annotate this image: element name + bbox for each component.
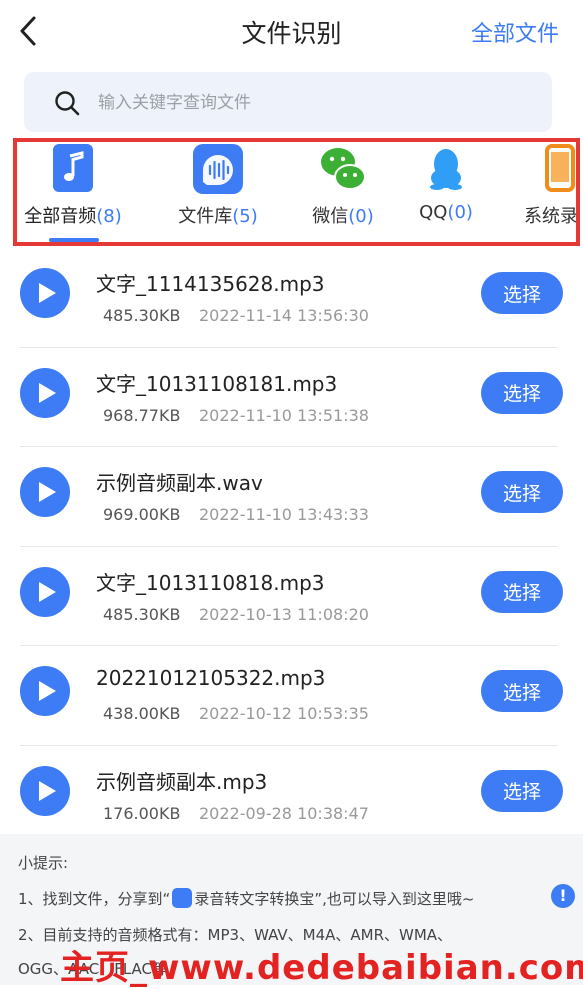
play-icon[interactable]: [20, 566, 70, 617]
select-button[interactable]: 选择: [481, 371, 563, 414]
select-button[interactable]: 选择: [481, 570, 563, 613]
tab-qq[interactable]: QQ(0): [405, 144, 487, 240]
file-date: 2022-10-13 11:08:20: [199, 604, 369, 624]
file-size: 176.00KB: [103, 803, 181, 823]
watermark-text: 主页_www.dedebaibian.com: [60, 948, 583, 988]
file-row[interactable]: 文字_1114135628.mp3 485.30KB 2022-11-14 13…: [0, 248, 583, 348]
search-input[interactable]: [96, 72, 540, 134]
tab-label: 全部音频: [24, 206, 97, 227]
tips-title: 小提示:: [18, 854, 69, 872]
tab-count: (0): [447, 202, 473, 223]
file-name: 示例音频副本.wav: [96, 471, 263, 495]
music-note-icon: [48, 144, 98, 194]
file-row[interactable]: 文字_1013110818.mp3 485.30KB 2022-10-13 11…: [0, 547, 583, 646]
tab-label: 微信: [312, 206, 349, 227]
wechat-icon: [318, 144, 368, 194]
tab-count: (8): [96, 206, 122, 227]
play-icon[interactable]: [20, 367, 70, 418]
file-name: 文字_10131108181.mp3: [96, 371, 338, 396]
play-icon[interactable]: [20, 467, 70, 517]
file-date: 2022-11-10 13:51:38: [199, 405, 369, 425]
tab-all-audio[interactable]: 全部音频(8): [19, 144, 127, 240]
tab-label: 系统录音: [524, 206, 578, 227]
all-files-link[interactable]: 全部文件: [471, 16, 559, 48]
select-button[interactable]: 选择: [481, 769, 563, 812]
file-name: 示例音频副本.mp3: [96, 769, 268, 794]
tab-system-recording[interactable]: 系统录音: [515, 144, 578, 240]
header: 文件识别 全部文件: [0, 0, 583, 62]
tab-wechat[interactable]: 微信(0): [295, 144, 391, 240]
file-row[interactable]: 20221012105322.mp3 438.00KB 2022-10-12 1…: [0, 646, 583, 746]
info-icon[interactable]: !: [551, 884, 575, 908]
file-row[interactable]: 示例音频副本.mp3 176.00KB 2022-09-28 10:38:47 …: [0, 746, 583, 846]
file-row[interactable]: 文字_10131108181.mp3 968.77KB 2022-11-10 1…: [0, 348, 583, 447]
tab-label: QQ: [419, 202, 448, 223]
search-icon: [54, 90, 80, 116]
tab-label: 文件库: [178, 206, 233, 227]
file-size: 438.00KB: [103, 704, 181, 723]
tab-file-library[interactable]: 文件库(5): [163, 144, 273, 240]
tip-text: 录音转文字转换宝”,也可以导入到这里哦~: [194, 890, 475, 908]
file-size: 969.00KB: [103, 505, 181, 524]
tab-count: (0): [348, 206, 374, 227]
file-date: 2022-10-12 10:53:35: [199, 704, 369, 723]
select-button[interactable]: 选择: [481, 471, 563, 513]
file-date: 2022-11-14 13:56:30: [199, 306, 369, 325]
play-icon[interactable]: [20, 666, 70, 716]
file-date: 2022-11-10 13:43:33: [199, 505, 369, 524]
app-logo-icon: [172, 888, 193, 908]
tip-text: 1、找到文件，分享到“: [18, 890, 171, 908]
audio-wave-icon: [193, 144, 243, 194]
search-bar[interactable]: [24, 72, 552, 134]
tip-line-1: 1、找到文件，分享到“ 录音转文字转换宝”,也可以导入到这里哦~: [18, 888, 474, 909]
select-button[interactable]: 选择: [481, 272, 563, 314]
file-size: 968.77KB: [103, 405, 181, 425]
file-size: 485.30KB: [103, 306, 181, 325]
play-icon[interactable]: [20, 268, 70, 318]
file-list: 文字_1114135628.mp3 485.30KB 2022-11-14 13…: [0, 248, 583, 845]
file-name: 20221012105322.mp3: [96, 666, 326, 690]
file-row[interactable]: 示例音频副本.wav 969.00KB 2022-11-10 13:43:33 …: [0, 447, 583, 547]
qq-icon: [421, 144, 471, 194]
active-tab-indicator: [49, 238, 99, 242]
phone-icon: [535, 144, 576, 194]
category-tabs: 全部音频(8) 文件库(5) 微信(0) QQ(0) 系统录音: [13, 138, 580, 246]
file-name: 文字_1013110818.mp3: [96, 570, 325, 595]
file-size: 485.30KB: [103, 604, 181, 624]
file-date: 2022-09-28 10:38:47: [199, 803, 369, 823]
select-button[interactable]: 选择: [481, 670, 563, 712]
tab-count: (5): [232, 206, 258, 227]
file-name: 文字_1114135628.mp3: [96, 272, 325, 296]
play-icon[interactable]: [20, 765, 70, 816]
